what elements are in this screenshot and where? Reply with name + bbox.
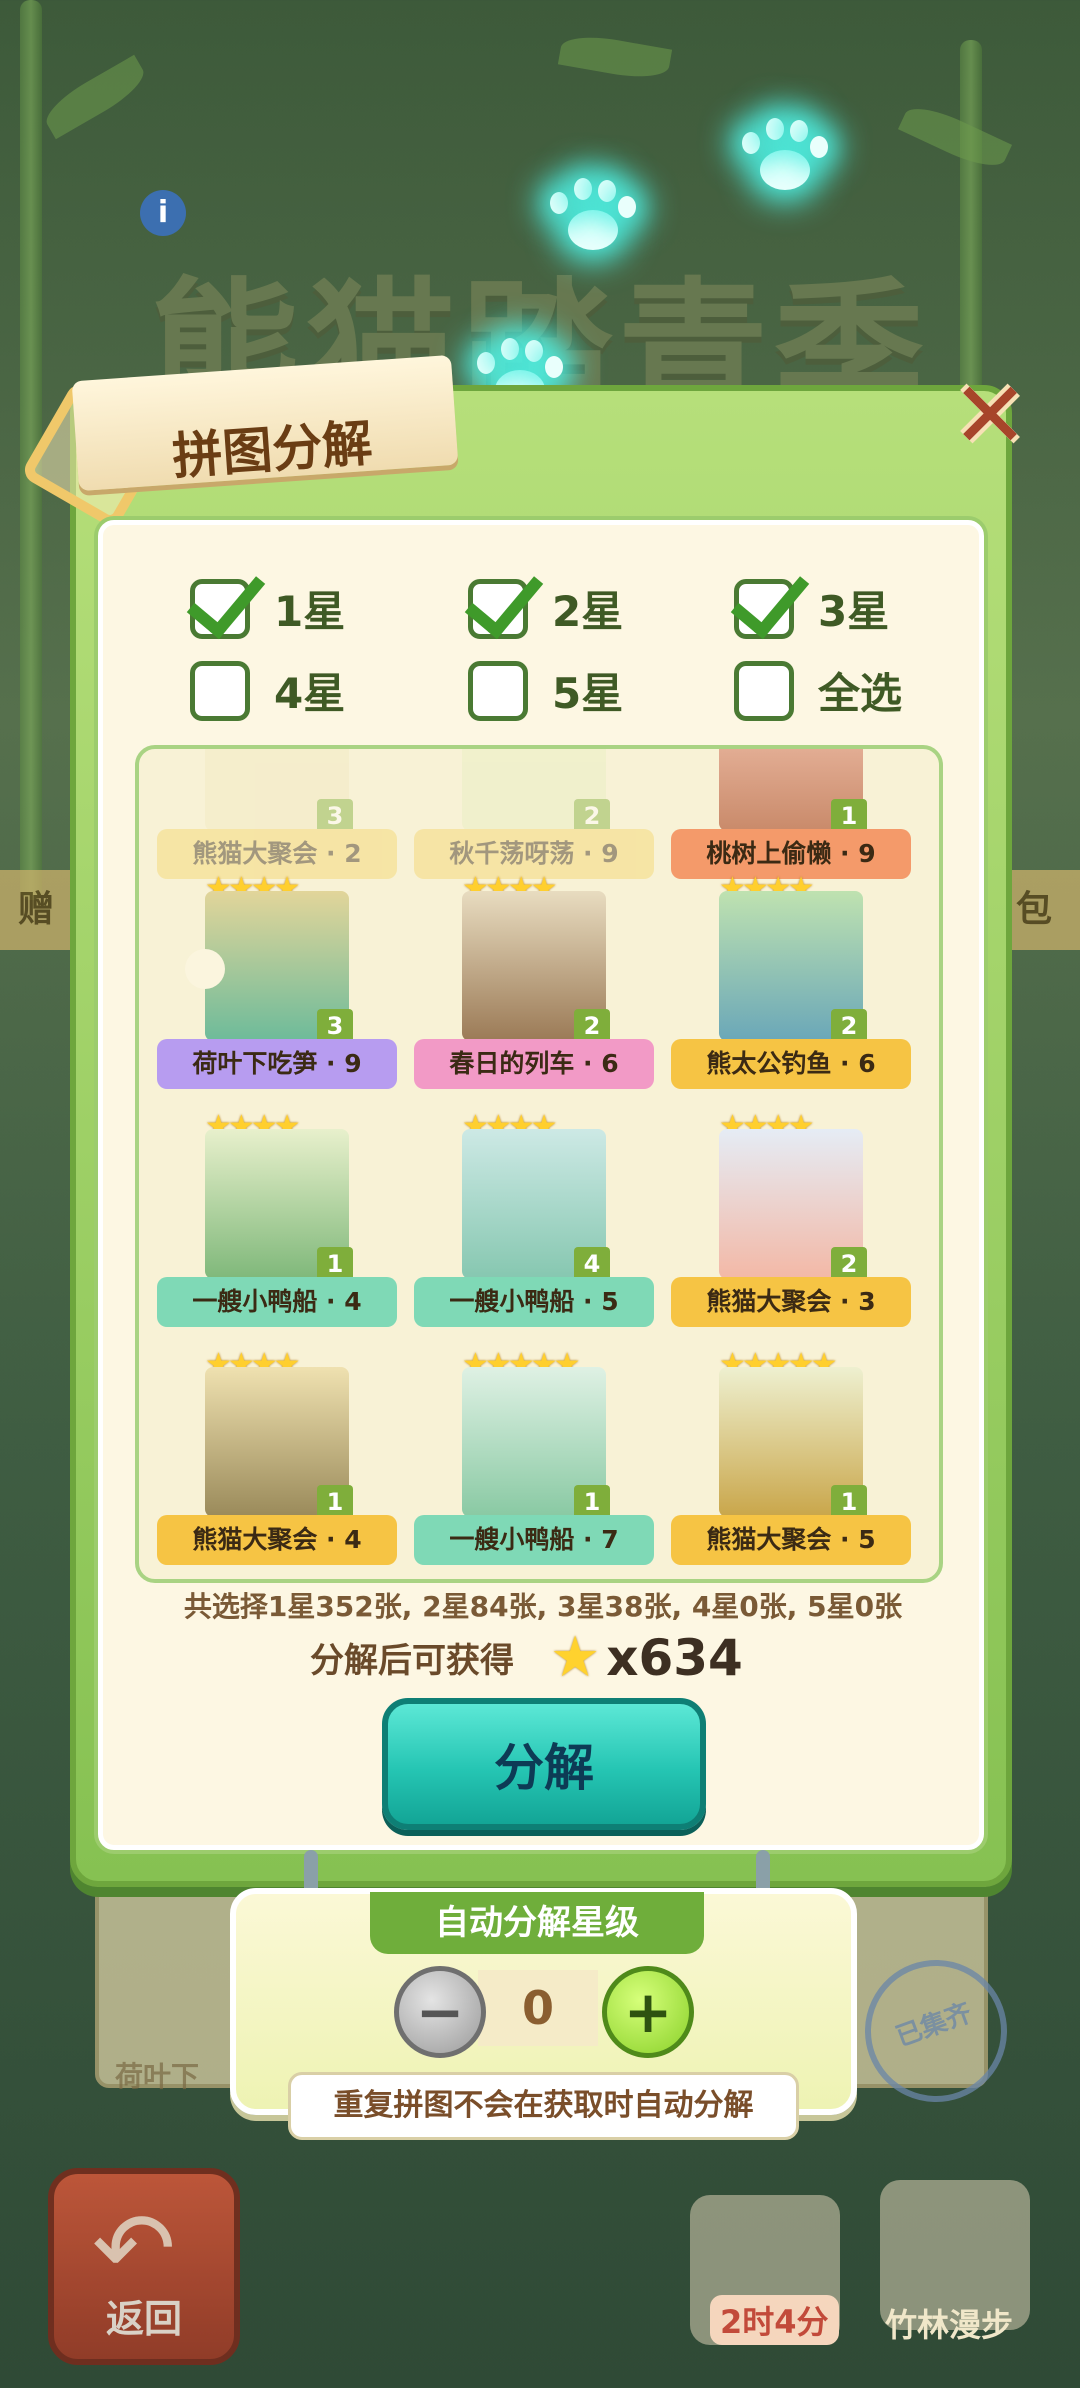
filter-3-star[interactable]: 3星: [734, 578, 889, 639]
bg-card-label: 荷叶下: [115, 2060, 200, 2093]
puzzle-title-ribbon: 熊猫大聚会 · 3: [671, 1277, 911, 1327]
auto-decompose-title: 自动分解星级: [370, 1892, 704, 1954]
puzzle-card[interactable]: ★★★★ 1 一艘小鸭船 · 4: [157, 1109, 397, 1327]
puzzle-title-ribbon: 熊太公钓鱼 · 6: [671, 1039, 911, 1089]
checkbox-icon[interactable]: [190, 578, 250, 639]
filter-label: 5星: [552, 669, 624, 718]
puzzle-title-ribbon: 熊猫大聚会 · 5: [671, 1515, 911, 1565]
puzzle-count-badge: 2: [831, 1009, 867, 1043]
puzzle-count-badge: 4: [574, 1247, 610, 1281]
puzzle-card[interactable]: ★★★★ 4 一艘小鸭船 · 5: [414, 1109, 654, 1327]
puzzle-card[interactable]: ★★★★ 2 春日的列车 · 6: [414, 871, 654, 1089]
puzzle-count-badge: 1: [317, 1485, 353, 1519]
puzzle-count-badge: 3: [317, 799, 353, 833]
paw-icon: [740, 118, 830, 198]
close-icon[interactable]: ✕: [950, 362, 1030, 469]
filter-label: 3星: [818, 587, 890, 636]
puzzle-title-ribbon: 一艘小鸭船 · 7: [414, 1515, 654, 1565]
star-currency-icon: ★: [550, 1625, 601, 1690]
puzzle-title-ribbon: 熊猫大聚会 · 4: [157, 1515, 397, 1565]
minus-icon: −: [415, 1978, 465, 2046]
filter-2-star[interactable]: 2星: [468, 578, 623, 639]
puzzle-card[interactable]: 3 熊猫大聚会 · 2: [157, 749, 397, 879]
puzzle-count-badge: 2: [574, 799, 610, 833]
puzzle-card[interactable]: 1 桃树上偷懒 · 9: [671, 749, 911, 879]
filter-1-star[interactable]: 1星: [190, 578, 345, 639]
filter-select-all[interactable]: 全选: [734, 660, 902, 721]
leaf-decoration: [38, 54, 152, 140]
checkbox-icon[interactable]: [468, 578, 528, 639]
filter-label: 全选: [818, 669, 903, 718]
puzzle-grid[interactable]: 3 熊猫大聚会 · 2 2 秋千荡呀荡 · 9 1 桃树上偷懒 · 9 ★★★★…: [135, 745, 943, 1583]
side-banner-right: 包: [1010, 870, 1080, 950]
puzzle-notch: [185, 949, 225, 989]
event-timer: 2时4分: [710, 2295, 839, 2345]
auto-decompose-tip: 重复拼图不会在获取时自动分解: [288, 2072, 799, 2140]
auto-star-level-value: 0: [478, 1970, 598, 2046]
puzzle-card[interactable]: ★★★★ 2 熊猫大聚会 · 3: [671, 1109, 911, 1327]
leaf-decoration: [557, 30, 673, 84]
puzzle-title-ribbon: 一艘小鸭船 · 5: [414, 1277, 654, 1327]
plus-icon: +: [623, 1978, 673, 2046]
checkbox-icon[interactable]: [734, 578, 794, 639]
checkbox-icon[interactable]: [190, 660, 250, 721]
puzzle-card[interactable]: ★★★★★ 1 熊猫大聚会 · 5: [671, 1347, 911, 1565]
puzzle-card[interactable]: 2 秋千荡呀荡 · 9: [414, 749, 654, 879]
decompose-button[interactable]: 分解: [382, 1698, 706, 1830]
puzzle-count-badge: 1: [574, 1485, 610, 1519]
filter-label: 4星: [274, 669, 346, 718]
puzzle-card[interactable]: ★★★★ 3 荷叶下吃笋 · 9: [157, 871, 397, 1089]
reward-preview: 分解后可获得 ★ x634: [310, 1625, 743, 1690]
reward-amount: x634: [606, 1628, 743, 1687]
puzzle-card[interactable]: ★★★★ 1 熊猫大聚会 · 4: [157, 1347, 397, 1565]
info-icon[interactable]: i: [140, 190, 186, 236]
decrease-button[interactable]: −: [394, 1966, 486, 2058]
reward-label: 分解后可获得: [310, 1641, 514, 1681]
bamboo-walk-label: 竹林漫步: [885, 2306, 1014, 2344]
puzzle-count-badge: 1: [317, 1247, 353, 1281]
filter-label: 2星: [552, 587, 624, 636]
puzzle-title-ribbon: 荷叶下吃笋 · 9: [157, 1039, 397, 1089]
puzzle-count-badge: 3: [317, 1009, 353, 1043]
puzzle-card[interactable]: ★★★★★ 1 一艘小鸭船 · 7: [414, 1347, 654, 1565]
puzzle-count-badge: 1: [831, 799, 867, 833]
checkbox-icon[interactable]: [468, 660, 528, 721]
puzzle-title-ribbon: 一艘小鸭船 · 4: [157, 1277, 397, 1327]
dialog-title: 拼图分解: [170, 414, 375, 486]
puzzle-title-ribbon: 春日的列车 · 6: [414, 1039, 654, 1089]
paw-icon: [548, 178, 638, 258]
puzzle-count-badge: 2: [831, 1247, 867, 1281]
puzzle-count-badge: 1: [831, 1485, 867, 1519]
filter-label: 1星: [274, 587, 346, 636]
leaf-decoration: [897, 98, 1013, 176]
filter-4-star[interactable]: 4星: [190, 660, 345, 721]
back-button-label: 返回: [105, 2297, 182, 2341]
puzzle-count-badge: 2: [574, 1009, 610, 1043]
checkbox-icon[interactable]: [734, 660, 794, 721]
back-button[interactable]: ↶ 返回: [48, 2168, 240, 2365]
selection-summary: 共选择1星352张, 2星84张, 3星38张, 4星0张, 5星0张: [183, 1590, 903, 1623]
puzzle-card[interactable]: ★★★★ 2 熊太公钓鱼 · 6: [671, 871, 911, 1089]
filter-5-star[interactable]: 5星: [468, 660, 623, 721]
increase-button[interactable]: +: [602, 1966, 694, 2058]
